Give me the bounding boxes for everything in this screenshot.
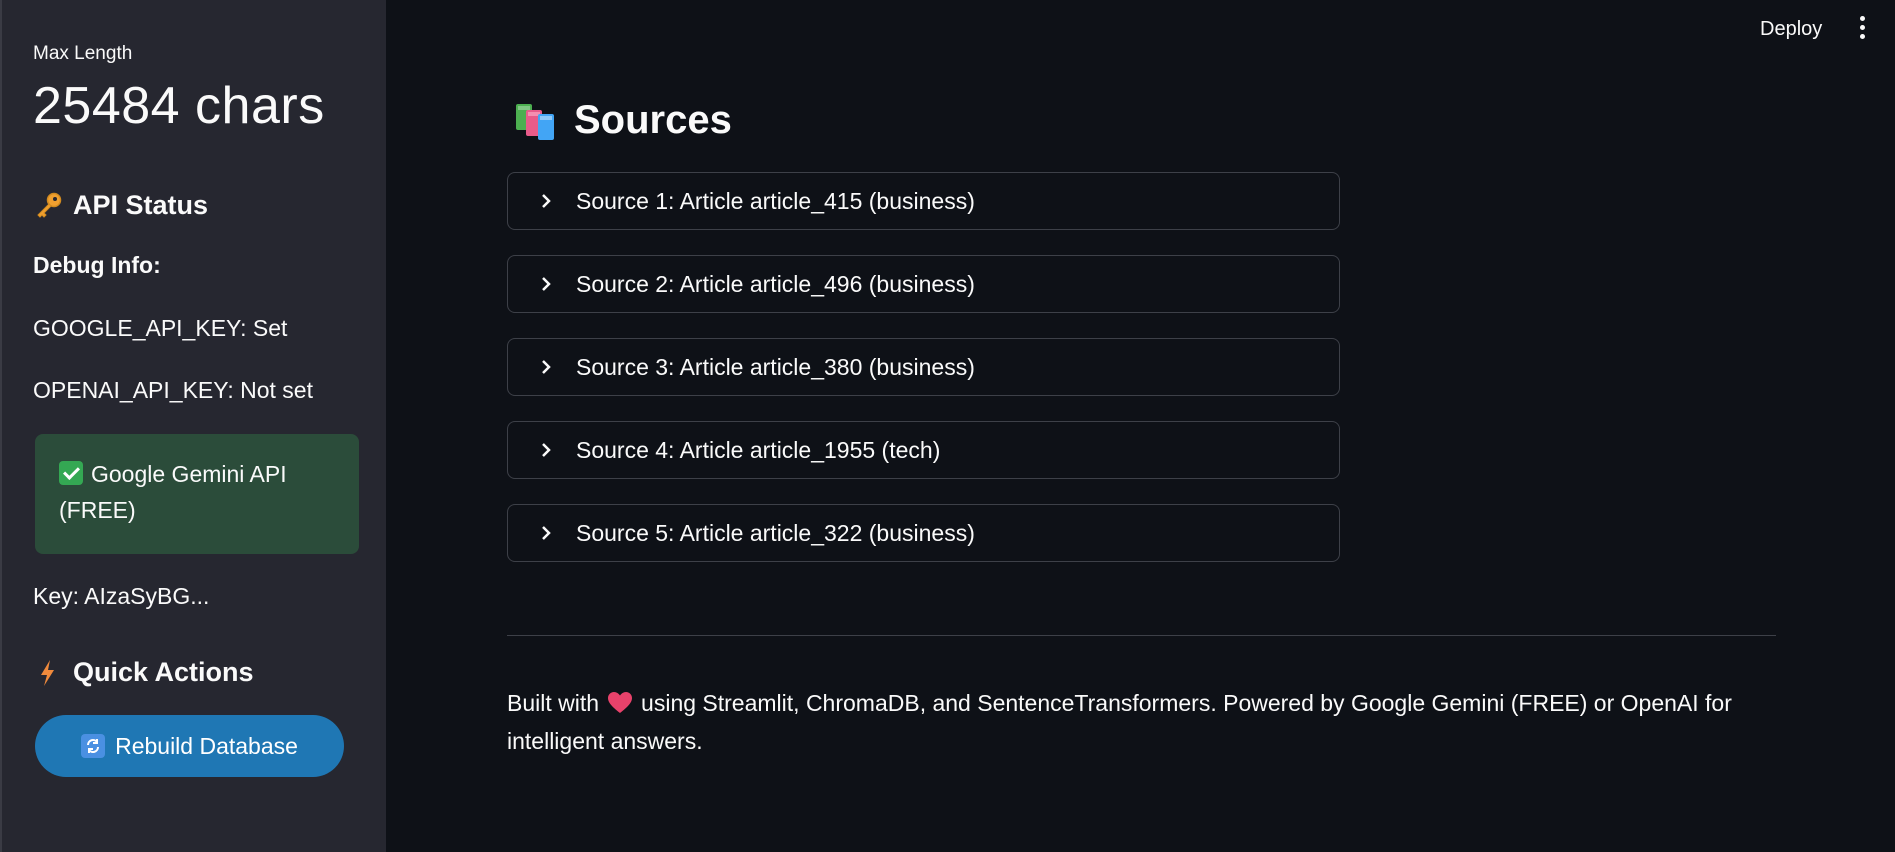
- source-expander-label: Source 4: Article article_1955 (tech): [576, 436, 941, 463]
- source-expander-4[interactable]: Source 4: Article article_1955 (tech): [507, 421, 1340, 479]
- footer-text: Built with using Streamlit, ChromaDB, and…: [507, 684, 1776, 760]
- api-status-heading: API Status: [33, 190, 208, 221]
- chevron-right-icon: [542, 277, 551, 291]
- books-icon: [516, 103, 554, 140]
- success-text-line1: Google Gemini API: [91, 461, 287, 487]
- quick-actions-title: Quick Actions: [73, 657, 254, 687]
- source-expander-2[interactable]: Source 2: Article article_496 (business): [507, 255, 1340, 313]
- source-expander-label: Source 3: Article article_380 (business): [576, 353, 975, 380]
- debug-info-label: Debug Info:: [33, 252, 161, 278]
- key-icon: [37, 192, 62, 218]
- refresh-icon: [81, 734, 106, 758]
- chevron-right-icon: [542, 194, 551, 208]
- source-expander-3[interactable]: Source 3: Article article_380 (business): [507, 338, 1340, 396]
- quick-actions-heading: Quick Actions: [33, 657, 254, 688]
- app: Max Length 25484 chars API Status Debug …: [0, 0, 1895, 852]
- metric-label: Max Length: [33, 43, 133, 64]
- source-expander-label: Source 1: Article article_415 (business): [576, 187, 975, 214]
- success-text-line2: (FREE): [59, 497, 136, 523]
- chevron-right-icon: [542, 443, 551, 457]
- success-alert: Google Gemini API (FREE): [35, 434, 359, 554]
- metric-value: 25484 chars: [33, 77, 325, 135]
- lightning-icon: [41, 659, 54, 686]
- divider: [507, 635, 1776, 636]
- page-title: Sources: [514, 98, 732, 143]
- chevron-right-icon: [542, 360, 551, 374]
- google-key-status: GOOGLE_API_KEY: Set: [33, 315, 288, 341]
- kebab-menu-icon[interactable]: [1852, 16, 1872, 42]
- deploy-button[interactable]: Deploy: [1752, 14, 1830, 45]
- openai-key-status: OPENAI_API_KEY: Not set: [33, 377, 313, 403]
- footer-text-before: Built with: [507, 690, 600, 716]
- rebuild-database-button[interactable]: Rebuild Database: [35, 715, 344, 777]
- sidebar: Max Length 25484 chars API Status Debug …: [0, 0, 386, 852]
- rebuild-database-label: Rebuild Database: [115, 732, 298, 759]
- page-title-text: Sources: [574, 98, 732, 142]
- check-icon: [59, 461, 83, 485]
- source-expander-5[interactable]: Source 5: Article article_322 (business): [507, 504, 1340, 562]
- api-key-preview: Key: AIzaSyBG...: [33, 583, 210, 609]
- source-expander-label: Source 2: Article article_496 (business): [576, 270, 975, 297]
- footer-text-after: using Streamlit, ChromaDB, and SentenceT…: [507, 690, 1732, 754]
- source-expander-label: Source 5: Article article_322 (business): [576, 519, 975, 546]
- heart-icon: [608, 692, 633, 713]
- api-status-title: API Status: [73, 190, 209, 220]
- chevron-right-icon: [542, 526, 551, 540]
- source-expander-1[interactable]: Source 1: Article article_415 (business): [507, 172, 1340, 230]
